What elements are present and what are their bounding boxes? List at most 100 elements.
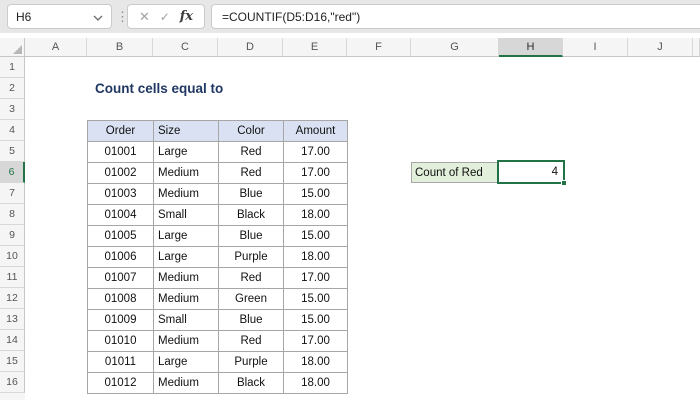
cell-color[interactable]: Purple [218, 351, 284, 373]
table-header-color[interactable]: Color [218, 120, 284, 142]
cell-color[interactable]: Red [218, 141, 284, 163]
column-header-i[interactable]: I [563, 38, 628, 57]
row-header-7[interactable]: 7 [0, 183, 25, 204]
result-label-cell[interactable]: Count of Red [411, 162, 500, 183]
cell-order[interactable]: 01005 [87, 225, 154, 247]
cancel-icon[interactable]: ✕ [139, 9, 150, 25]
worksheet-title: Count cells equal to [95, 81, 224, 96]
sheet-grid: A B C D E F G H I J 1 2 3 4 5 6 7 8 9 10… [0, 38, 700, 400]
table-row: 01010 Medium Red 17.00 [87, 330, 348, 352]
column-header-f[interactable]: F [347, 38, 411, 57]
cell-order[interactable]: 01012 [87, 372, 154, 394]
cell-size[interactable]: Large [153, 141, 219, 163]
column-header-b[interactable]: B [87, 38, 153, 57]
select-all-corner[interactable] [0, 38, 25, 57]
cell-order[interactable]: 01004 [87, 204, 154, 226]
table-row: 01008 Medium Green 15.00 [87, 288, 348, 310]
cell-color[interactable]: Blue [218, 225, 284, 247]
cell-amount[interactable]: 15.00 [283, 183, 348, 205]
cell-size[interactable]: Large [153, 351, 219, 373]
cell-size[interactable]: Large [153, 225, 219, 247]
column-header-j[interactable]: J [628, 38, 693, 57]
cell-size[interactable]: Medium [153, 183, 219, 205]
cell-size[interactable]: Medium [153, 267, 219, 289]
cell-amount[interactable]: 18.00 [283, 372, 348, 394]
cell-order[interactable]: 01009 [87, 309, 154, 331]
chevron-down-icon[interactable] [93, 10, 103, 24]
cell-amount[interactable]: 18.00 [283, 351, 348, 373]
row-header-3[interactable]: 3 [0, 99, 25, 120]
column-header-a[interactable]: A [25, 38, 87, 57]
row-header-16[interactable]: 16 [0, 372, 25, 393]
cell-size[interactable]: Medium [153, 162, 219, 184]
row-header-12[interactable]: 12 [0, 288, 25, 309]
cell-color[interactable]: Red [218, 162, 284, 184]
table-row: 01012 Medium Black 18.00 [87, 372, 348, 394]
row-header-14[interactable]: 14 [0, 330, 25, 351]
cell-amount[interactable]: 18.00 [283, 246, 348, 268]
cell-size[interactable]: Medium [153, 330, 219, 352]
name-box[interactable]: H6 [7, 4, 112, 29]
row-header-6-selected[interactable]: 6 [0, 162, 25, 183]
cell-amount[interactable]: 17.00 [283, 141, 348, 163]
insert-function-icon[interactable]: fx [180, 9, 193, 24]
table-header-amount[interactable]: Amount [283, 120, 348, 142]
column-header-partial [693, 38, 700, 57]
cell-amount[interactable]: 17.00 [283, 162, 348, 184]
cell-order[interactable]: 01007 [87, 267, 154, 289]
row-header-9[interactable]: 9 [0, 225, 25, 246]
cell-amount[interactable]: 17.00 [283, 267, 348, 289]
row-header-2[interactable]: 2 [0, 78, 25, 99]
cell-amount[interactable]: 15.00 [283, 309, 348, 331]
cell-color[interactable]: Purple [218, 246, 284, 268]
cell-color[interactable]: Red [218, 267, 284, 289]
table-header-order[interactable]: Order [87, 120, 154, 142]
cell-order[interactable]: 01008 [87, 288, 154, 310]
cell-order[interactable]: 01003 [87, 183, 154, 205]
fill-handle[interactable] [561, 180, 567, 186]
selected-cell-h6[interactable]: 4 [497, 160, 567, 186]
column-header-d[interactable]: D [218, 38, 283, 57]
table-header-size[interactable]: Size [153, 120, 219, 142]
cell-order[interactable]: 01006 [87, 246, 154, 268]
table-header-row: Order Size Color Amount [87, 120, 348, 142]
column-header-e[interactable]: E [283, 38, 347, 57]
row-header-15[interactable]: 15 [0, 351, 25, 372]
formula-input[interactable]: =COUNTIF(D5:D16,"red") [211, 4, 700, 29]
table-row: 01002 Medium Red 17.00 [87, 162, 348, 184]
cell-size[interactable]: Medium [153, 288, 219, 310]
table-row: 01007 Medium Red 17.00 [87, 267, 348, 289]
cell-color[interactable]: Green [218, 288, 284, 310]
cell-color[interactable]: Black [218, 372, 284, 394]
row-header-5[interactable]: 5 [0, 141, 25, 162]
cell-amount[interactable]: 18.00 [283, 204, 348, 226]
row-header-8[interactable]: 8 [0, 204, 25, 225]
cell-color[interactable]: Red [218, 330, 284, 352]
row-header-10[interactable]: 10 [0, 246, 25, 267]
column-header-c[interactable]: C [153, 38, 218, 57]
cell-color[interactable]: Blue [218, 183, 284, 205]
cell-size[interactable]: Large [153, 246, 219, 268]
row-header-4[interactable]: 4 [0, 120, 25, 141]
cell-amount[interactable]: 17.00 [283, 330, 348, 352]
table-row: 01009 Small Blue 15.00 [87, 309, 348, 331]
excel-window: H6 ⋮ ✕ ✓ fx =COUNTIF(D5:D16,"red") A B C… [0, 0, 700, 400]
cell-amount[interactable]: 15.00 [283, 288, 348, 310]
cell-color[interactable]: Blue [218, 309, 284, 331]
cell-size[interactable]: Medium [153, 372, 219, 394]
row-header-13[interactable]: 13 [0, 309, 25, 330]
cell-order[interactable]: 01010 [87, 330, 154, 352]
confirm-icon[interactable]: ✓ [160, 10, 170, 24]
cell-color[interactable]: Black [218, 204, 284, 226]
row-header-11[interactable]: 11 [0, 267, 25, 288]
column-header-h-selected[interactable]: H [499, 38, 563, 57]
cell-order[interactable]: 01002 [87, 162, 154, 184]
formula-bar: H6 ⋮ ✕ ✓ fx =COUNTIF(D5:D16,"red") [0, 0, 700, 33]
column-header-g[interactable]: G [411, 38, 499, 57]
cell-amount[interactable]: 15.00 [283, 225, 348, 247]
cell-order[interactable]: 01001 [87, 141, 154, 163]
cell-size[interactable]: Small [153, 204, 219, 226]
row-header-1[interactable]: 1 [0, 57, 25, 78]
cell-order[interactable]: 01011 [87, 351, 154, 373]
cell-size[interactable]: Small [153, 309, 219, 331]
